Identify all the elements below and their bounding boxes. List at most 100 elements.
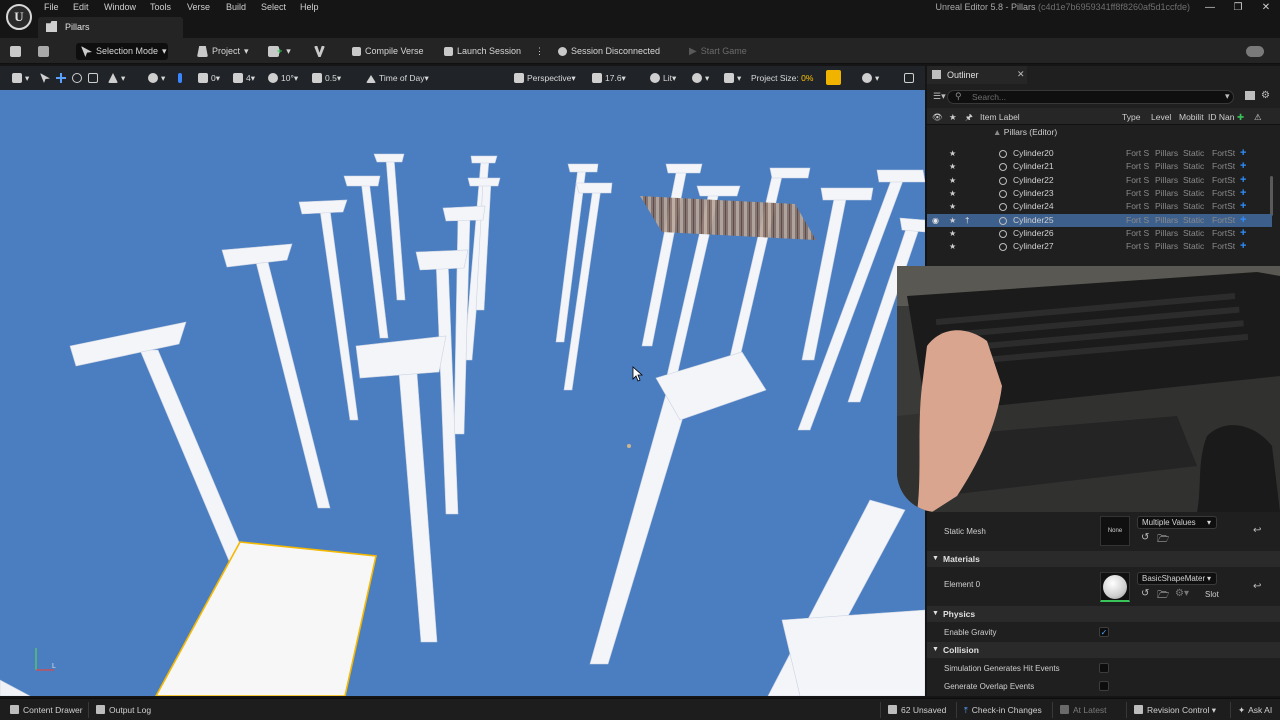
sim-hit-events-checkbox[interactable]	[1099, 663, 1109, 673]
menu-select[interactable]: Select	[261, 2, 286, 14]
search-dropdown-icon[interactable]: ▾	[1225, 91, 1230, 102]
menu-window[interactable]: Window	[104, 2, 136, 14]
scene-render[interactable]	[0, 90, 925, 696]
launch-session-button[interactable]: Launch Session	[444, 43, 521, 60]
unreal-logo-icon[interactable]: U	[6, 4, 32, 30]
grid-snap-toggle[interactable]	[178, 71, 185, 85]
close-tab-icon[interactable]: ✕	[1017, 69, 1025, 80]
output-log-button[interactable]: Output Log	[96, 704, 151, 716]
add-icon[interactable]: +	[1240, 160, 1246, 173]
move-tool-icon[interactable]	[56, 71, 69, 85]
performance-dropdown[interactable]: ▾	[724, 71, 741, 85]
filter-icon[interactable]: ☰▾	[933, 91, 946, 102]
add-icon[interactable]: +	[1240, 240, 1246, 253]
ask-ai-button[interactable]: ✦ Ask AI	[1238, 704, 1272, 716]
rotate-tool-icon[interactable]	[72, 71, 85, 85]
content-browser-icon[interactable]	[38, 43, 49, 60]
browse-icon[interactable]: 🗁	[1157, 532, 1169, 549]
viewport-settings-icon[interactable]: ▾	[862, 71, 879, 85]
add-icon[interactable]: +	[1240, 174, 1246, 187]
world-local-icon[interactable]: ▾	[148, 71, 165, 85]
add-actor-dropdown[interactable]: + ▾	[268, 43, 291, 60]
project-dropdown[interactable]: Project ▾	[197, 43, 249, 60]
favorite-star-icon[interactable]: ★	[949, 112, 957, 123]
outliner-row[interactable]: ★ Cylinder22 Fort S Pillars Static FortSt +	[927, 174, 1272, 187]
level-viewport[interactable]: ▾ ▾ ▾ 0▾ 4▾ 10°▾ 0.5▾ Time of Day▾ Persp…	[0, 66, 925, 696]
grid-size-dropdown[interactable]: 4▾	[233, 71, 255, 85]
outliner-row[interactable]: ★ Cylinder24 Fort S Pillars Static FortSt +	[927, 200, 1272, 213]
search-input[interactable]: Search...	[947, 90, 1234, 104]
layout-icon[interactable]	[904, 71, 917, 85]
col-mobility[interactable]: Mobilit	[1179, 112, 1204, 122]
use-selected-material-icon[interactable]: ↺	[1141, 588, 1149, 599]
scale-snap-dropdown[interactable]: 0.5▾	[312, 71, 341, 85]
save-icon[interactable]	[10, 43, 21, 60]
minimize-icon[interactable]: —	[1196, 0, 1224, 16]
add-column-icon[interactable]: ✚	[1237, 112, 1244, 123]
scale-tool-icon[interactable]	[88, 71, 101, 85]
use-selected-icon[interactable]: ↺	[1141, 532, 1149, 543]
menu-build[interactable]: Build	[226, 2, 246, 14]
outliner-row[interactable]: ★ Cylinder23 Fort S Pillars Static FortSt +	[927, 187, 1272, 200]
menu-edit[interactable]: Edit	[73, 2, 89, 14]
pin-icon[interactable]: †	[965, 214, 969, 227]
lit-dropdown[interactable]: Lit▾	[650, 71, 676, 85]
time-of-day-dropdown[interactable]: Time of Day▾	[366, 71, 429, 85]
col-item-label[interactable]: Item Label	[980, 112, 1020, 122]
menu-verse[interactable]: Verse	[187, 2, 210, 14]
reset-static-mesh-icon[interactable]: ↩	[1253, 525, 1261, 536]
outliner-tab[interactable]: Outliner ✕	[927, 66, 1027, 84]
content-drawer-button[interactable]: Content Drawer	[10, 704, 83, 716]
outliner-root[interactable]: ▲ Pillars (Editor)	[993, 127, 1057, 137]
grid-snap-dropdown[interactable]: 0▾	[198, 71, 220, 85]
col-type[interactable]: Type	[1122, 112, 1140, 122]
add-icon[interactable]: +	[1240, 187, 1246, 200]
add-icon[interactable]: +	[1240, 214, 1246, 227]
new-folder-icon[interactable]	[1245, 91, 1255, 100]
pin-icon[interactable]: 🖈	[965, 112, 973, 126]
compile-verse-button[interactable]: Compile Verse	[352, 43, 424, 60]
at-latest-status[interactable]: At Latest	[1060, 704, 1107, 716]
perspective-dropdown[interactable]: Perspective▾	[514, 71, 576, 85]
transform-mode-icon[interactable]: ▾	[12, 71, 29, 85]
surface-snap-icon[interactable]: ▾	[108, 71, 125, 85]
materials-section[interactable]: ▼ Materials	[927, 551, 1280, 567]
fov-dropdown[interactable]: 17.6▾	[592, 71, 626, 85]
level-tab[interactable]: Pillars	[38, 17, 183, 38]
add-icon[interactable]: +	[1240, 147, 1246, 160]
menu-file[interactable]: File	[44, 2, 59, 14]
visibility-eye-icon[interactable]: 👁	[932, 112, 943, 123]
collaborators-icon[interactable]	[1246, 43, 1264, 60]
session-status[interactable]: Session Disconnected	[558, 43, 660, 60]
maximize-icon[interactable]: ❐	[1224, 0, 1252, 16]
show-flags-dropdown[interactable]: ▾	[692, 71, 709, 85]
verse-icon[interactable]	[314, 43, 325, 60]
revision-control-dropdown[interactable]: Revision Control ▾	[1134, 704, 1216, 716]
unsaved-button[interactable]: 62 Unsaved	[888, 704, 946, 716]
check-in-changes-button[interactable]: ⤒ Check-in Changes	[964, 704, 1042, 716]
more-options-icon[interactable]: ⋮	[535, 43, 544, 60]
material-thumbnail[interactable]	[1100, 572, 1130, 602]
outliner-row[interactable]: ★ Cylinder21 Fort S Pillars Static FortSt +	[927, 160, 1272, 173]
close-window-icon[interactable]: ✕	[1252, 0, 1280, 16]
add-icon[interactable]: +	[1240, 227, 1246, 240]
visibility-eye-icon[interactable]: ◉	[932, 214, 939, 227]
warning-scale-icon[interactable]	[826, 70, 841, 85]
menu-tools[interactable]: Tools	[150, 2, 171, 14]
enable-gravity-checkbox[interactable]: ✓	[1099, 627, 1109, 637]
selection-mode-dropdown[interactable]: Selection Mode ▾	[76, 43, 168, 60]
static-mesh-thumbnail[interactable]: None	[1100, 516, 1130, 546]
outliner-row[interactable]: ★ Cylinder27 Fort S Pillars Static FortSt +	[927, 240, 1272, 253]
col-id-name[interactable]: ID Nan	[1208, 112, 1234, 122]
material-options-icon[interactable]: ⚙▾	[1175, 588, 1189, 599]
outliner-row[interactable]: ★ Cylinder25 Fort S Pillars Static FortSt + ◉ †	[927, 213, 1272, 227]
static-mesh-dropdown[interactable]: Multiple Values ▾	[1137, 516, 1217, 529]
overlap-events-checkbox[interactable]	[1099, 681, 1109, 691]
add-icon[interactable]: +	[1240, 200, 1246, 213]
material-dropdown[interactable]: BasicShapeMater ▾	[1137, 572, 1217, 585]
collision-section[interactable]: ▼ Collision	[927, 642, 1280, 658]
reset-material-icon[interactable]: ↩	[1253, 581, 1261, 592]
rotation-snap-dropdown[interactable]: 10°▾	[268, 71, 298, 85]
select-tool-icon[interactable]	[40, 71, 53, 85]
physics-section[interactable]: ▼ Physics	[927, 606, 1280, 622]
